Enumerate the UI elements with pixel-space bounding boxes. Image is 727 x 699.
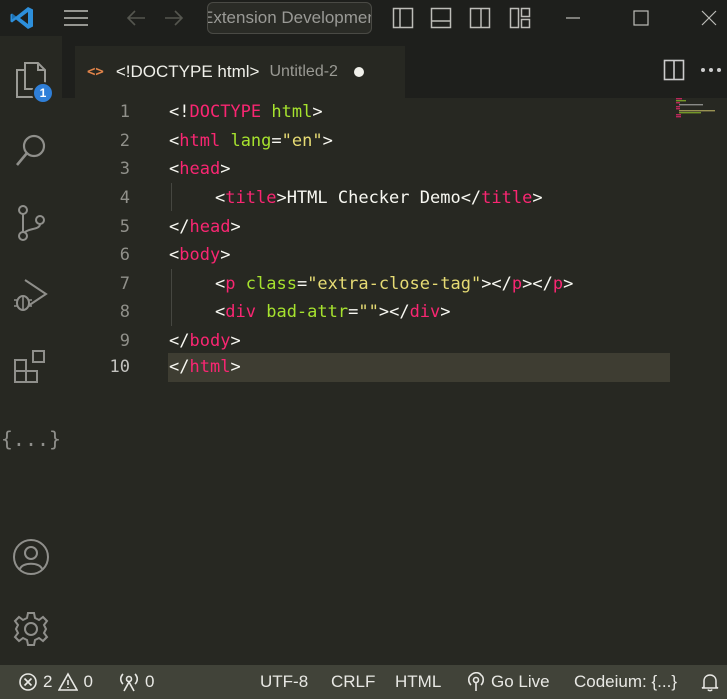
line-number: 3 xyxy=(119,159,130,180)
code-text: <!DOCTYPE html> xyxy=(169,102,323,123)
code-line[interactable]: 7 <p class="extra-close-tag"></p></p> xyxy=(62,270,670,299)
encoding-indicator[interactable]: UTF-8 xyxy=(260,665,308,699)
code-line[interactable]: 3 <head> xyxy=(62,155,670,184)
go-live-button[interactable]: Go Live xyxy=(466,665,550,699)
activity-json[interactable]: {...} xyxy=(0,414,62,464)
activity-run-debug[interactable] xyxy=(0,270,62,320)
command-center[interactable]: Extension Development Host xyxy=(207,2,372,34)
broadcast-icon xyxy=(119,673,139,692)
error-count: 2 xyxy=(43,672,53,691)
line-number: 9 xyxy=(119,331,130,352)
code-line[interactable]: 9 </body> xyxy=(62,327,670,356)
maximize-icon[interactable] xyxy=(628,6,654,30)
customize-layout-icon[interactable] xyxy=(507,6,533,30)
line-number: 4 xyxy=(119,188,130,209)
activity-accounts[interactable] xyxy=(0,532,62,582)
run-debug-icon xyxy=(14,279,48,311)
activity-extensions[interactable] xyxy=(0,342,62,392)
line-number: 5 xyxy=(119,216,130,237)
line-number: 2 xyxy=(119,130,130,151)
line-number: 10 xyxy=(109,357,130,378)
code-text: </body> xyxy=(169,331,241,352)
gear-icon xyxy=(13,612,49,646)
activity-bar: 1 {...} xyxy=(0,36,62,665)
code-text: <body> xyxy=(169,245,231,266)
code-text: <head> xyxy=(169,159,231,180)
warning-icon xyxy=(58,672,79,691)
editor-tab-bar: <> <!DOCTYPE html> Untitled-2 xyxy=(62,36,727,98)
arrow-right-icon[interactable] xyxy=(160,6,188,30)
code-text: </html> xyxy=(169,357,241,378)
line-number: 8 xyxy=(119,302,130,323)
activity-search[interactable] xyxy=(0,126,62,176)
broadcast-icon xyxy=(467,672,485,691)
line-number: 6 xyxy=(119,245,130,266)
code-line[interactable]: 1 <!DOCTYPE html> xyxy=(62,98,670,127)
close-icon[interactable] xyxy=(696,6,722,30)
split-editor-icon[interactable] xyxy=(662,58,686,82)
code-editor[interactable]: 1 <!DOCTYPE html> 2 <html lang="en"> 3 <… xyxy=(62,98,727,665)
extensions-icon xyxy=(14,350,45,383)
minimap[interactable] xyxy=(674,98,718,118)
warning-count: 0 xyxy=(83,672,93,691)
source-control-icon xyxy=(18,205,45,241)
activity-source-control[interactable] xyxy=(0,198,62,248)
problems-indicator[interactable]: 2 0 xyxy=(18,665,93,699)
ports-indicator[interactable]: 0 xyxy=(118,665,154,699)
ports-count: 0 xyxy=(145,672,155,691)
toggle-primary-sidebar-icon[interactable] xyxy=(390,6,416,30)
language-mode[interactable]: HTML xyxy=(395,665,441,699)
status-bar: 2 0 0 UTF-8 CRLF HTML Go Live Codeium: {… xyxy=(0,665,727,699)
eol-indicator[interactable]: CRLF xyxy=(331,665,375,699)
tab-title: <!DOCTYPE html> xyxy=(115,62,260,81)
tab-description: Untitled-2 xyxy=(269,63,338,80)
notifications-icon[interactable] xyxy=(700,665,725,699)
line-number: 1 xyxy=(119,102,130,123)
code-line-active[interactable]: 10 </html> xyxy=(110,353,670,382)
code-text: <div bad-attr=""></div> xyxy=(215,302,451,323)
braces-icon: {...} xyxy=(0,427,62,451)
menu-icon[interactable] xyxy=(60,6,92,30)
code-text: <title>HTML Checker Demo</title> xyxy=(215,188,543,209)
unsaved-dot-icon[interactable] xyxy=(353,67,364,77)
codeium-status[interactable]: Codeium: {...} xyxy=(574,665,677,699)
more-actions-icon[interactable] xyxy=(698,58,724,82)
code-text: <p class="extra-close-tag"></p></p> xyxy=(215,273,574,294)
go-live-label: Go Live xyxy=(491,672,550,691)
code-line[interactable]: 8 <div bad-attr=""></div> xyxy=(62,298,670,327)
vscode-logo-icon xyxy=(8,4,36,32)
code-line[interactable]: 2 <html lang="en"> xyxy=(62,127,670,156)
code-line[interactable]: 6 <body> xyxy=(62,241,670,270)
code-text: <html lang="en"> xyxy=(169,130,333,151)
search-icon xyxy=(16,134,46,166)
code-line[interactable]: 4 <title>HTML Checker Demo</title> xyxy=(62,184,670,213)
minimize-icon[interactable] xyxy=(560,6,586,30)
html-file-icon: <> xyxy=(87,64,104,80)
command-center-text: Extension Development Host xyxy=(207,8,372,27)
account-icon xyxy=(13,539,49,575)
title-bar: Extension Development Host xyxy=(0,0,727,36)
explorer-badge: 1 xyxy=(32,82,54,104)
arrow-left-icon[interactable] xyxy=(122,6,150,30)
toggle-panel-icon[interactable] xyxy=(428,6,454,30)
line-number: 7 xyxy=(119,273,130,294)
code-line[interactable]: 5 </head> xyxy=(62,212,670,241)
toggle-secondary-sidebar-icon[interactable] xyxy=(467,6,493,30)
code-text: </head> xyxy=(169,216,241,237)
error-icon xyxy=(19,673,37,691)
activity-manage[interactable] xyxy=(0,604,62,654)
tab-untitled-2[interactable]: <> <!DOCTYPE html> Untitled-2 xyxy=(75,46,405,98)
